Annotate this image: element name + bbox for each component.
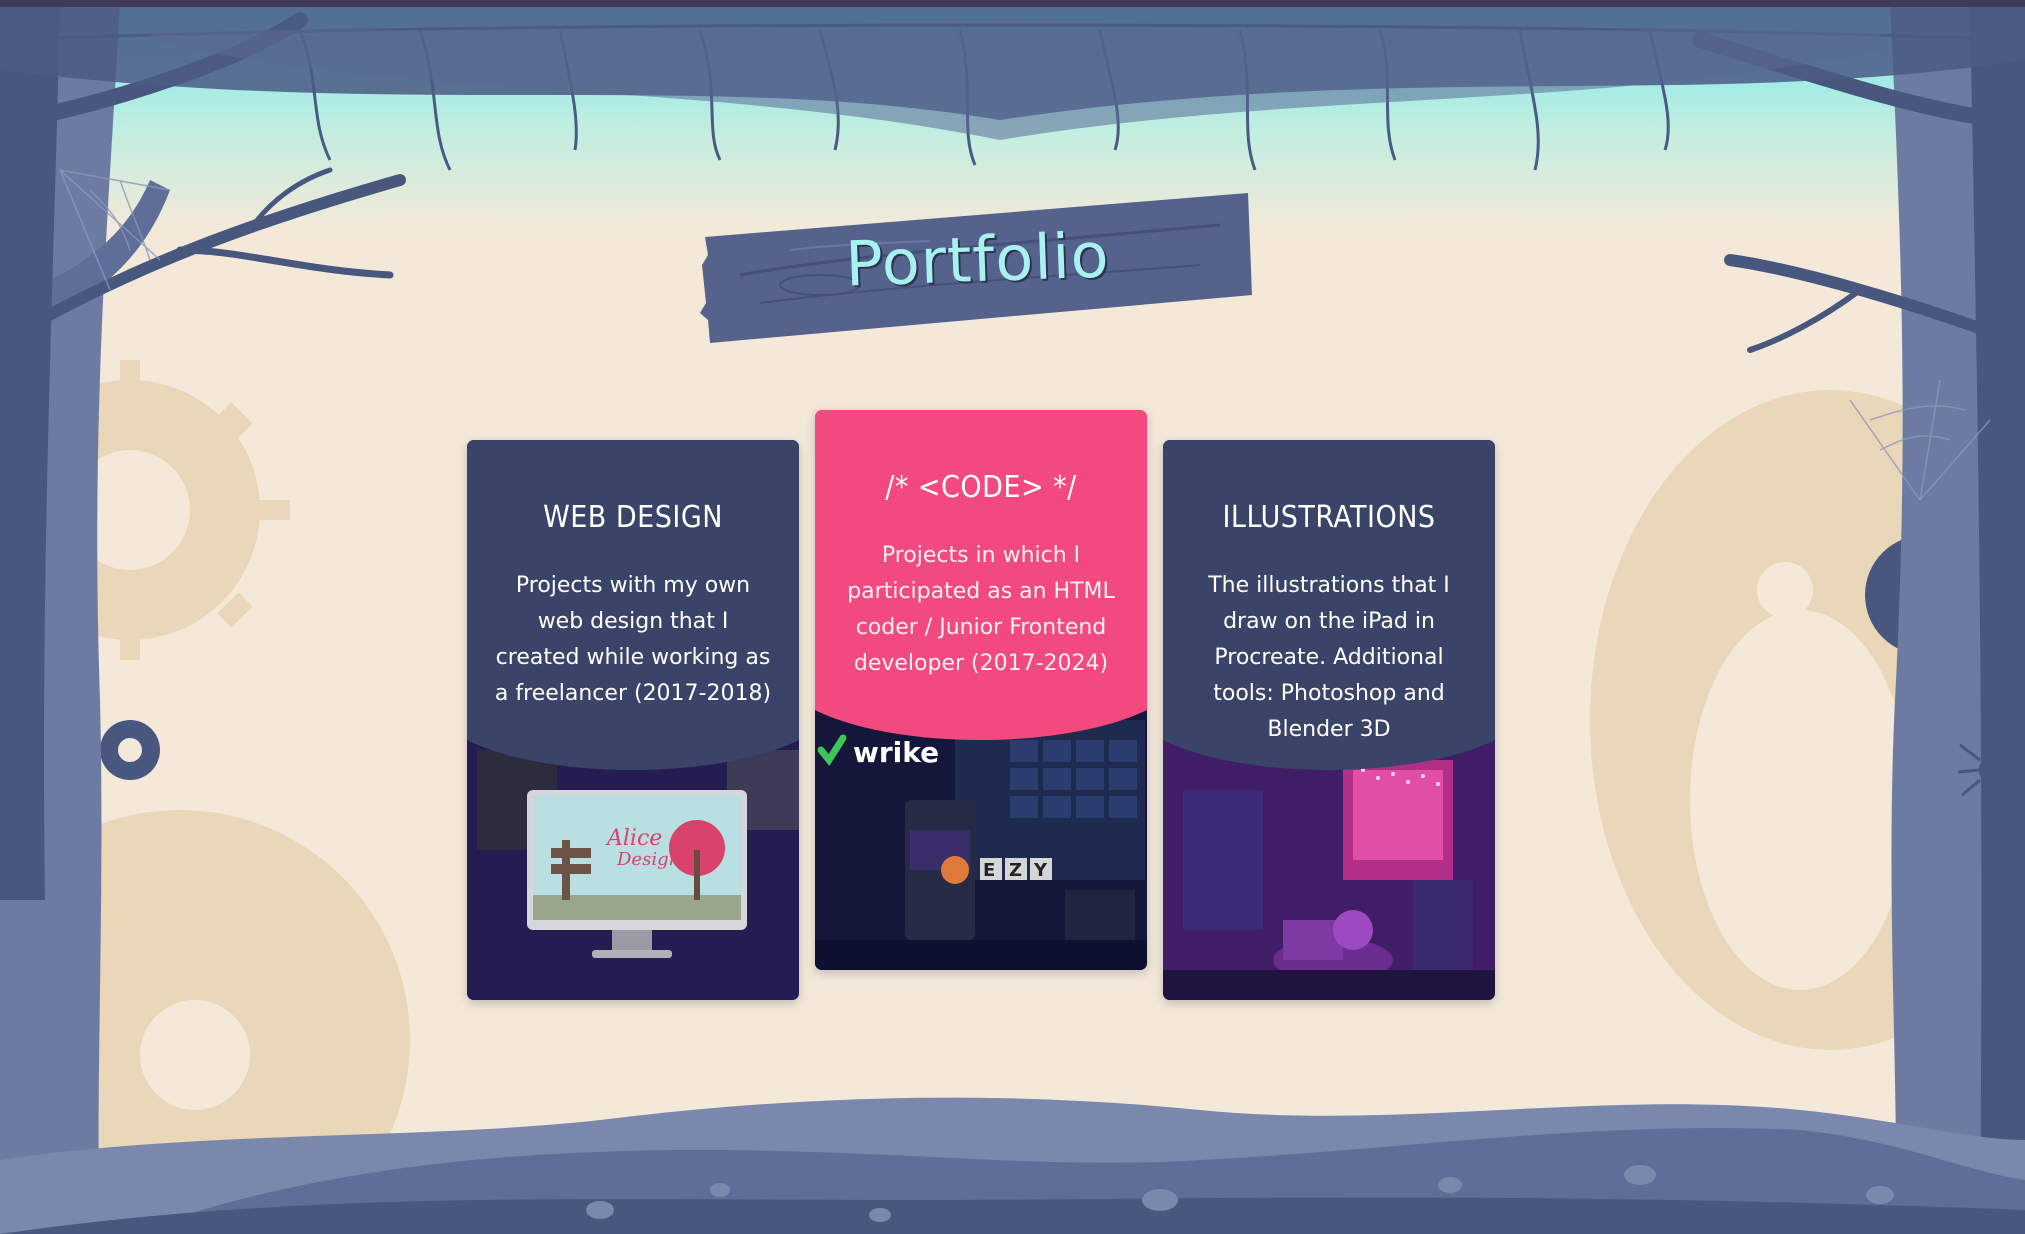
card-header: /* <CODE> */ Projects in which I partici… [815, 410, 1147, 750]
svg-text:E: E [983, 860, 995, 881]
portfolio-title-plank: Portfolio [700, 185, 1255, 355]
card-web-design[interactable]: WEB DESIGN Projects with my own web desi… [467, 440, 799, 1000]
card-title: WEB DESIGN [543, 500, 723, 535]
card-description: Projects with my own web design that I c… [494, 573, 772, 706]
card-header: ILLUSTRATIONS The illustrations that I d… [1163, 440, 1495, 780]
card-title: ILLUSTRATIONS [1222, 500, 1436, 535]
card-title: /* <CODE> */ [885, 470, 1077, 505]
portfolio-page: Portfolio WEB DESIGN Projects with my ow… [0, 0, 2025, 1234]
card-description: The illustrations that I draw on the iPa… [1208, 573, 1450, 742]
card-illustrations[interactable]: ILLUSTRATIONS The illustrations that I d… [1163, 440, 1495, 1000]
svg-text:Design: Design [616, 849, 680, 870]
card-header: WEB DESIGN Projects with my own web desi… [467, 440, 799, 780]
svg-text:Z: Z [1009, 860, 1022, 881]
top-strip [0, 0, 2025, 7]
svg-text:Y: Y [1033, 860, 1048, 881]
card-code[interactable]: /* <CODE> */ Projects in which I partici… [815, 410, 1147, 970]
alice-design-logo: Alice [605, 826, 662, 851]
ezy-logo: E Z Y [980, 858, 1052, 881]
card-description: Projects in which I participated as an H… [847, 543, 1115, 676]
